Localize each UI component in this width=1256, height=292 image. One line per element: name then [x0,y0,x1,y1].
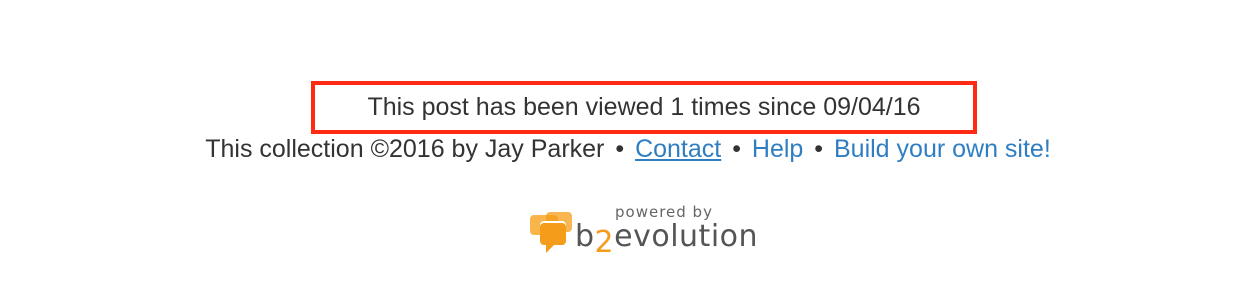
separator: • [814,135,824,163]
separator: • [732,135,741,163]
b2evolution-wordmark: b2evolution [575,217,759,260]
separator: • [615,135,625,163]
wordmark-evolution: evolution [614,219,759,254]
page-footer: This post has been viewed 1 times since … [0,0,1256,292]
collection-credits: This collection ©2016 by Jay Parker • Co… [0,133,1256,165]
copyright-text: This collection ©2016 by Jay Parker [205,135,605,163]
wordmark-b: b [575,219,595,254]
post-view-count: This post has been viewed 1 times since … [311,81,977,134]
help-link[interactable]: Help [752,135,803,163]
post-view-count-text: This post has been viewed 1 times since … [367,93,921,121]
b2evolution-logo-icon [530,212,572,253]
build-your-own-site-link[interactable]: Build your own site! [834,135,1051,163]
powered-by-b2evolution-badge[interactable]: powered by b2evolution [528,203,768,263]
contact-link[interactable]: Contact [635,135,721,163]
wordmark-two: 2 [594,225,615,260]
